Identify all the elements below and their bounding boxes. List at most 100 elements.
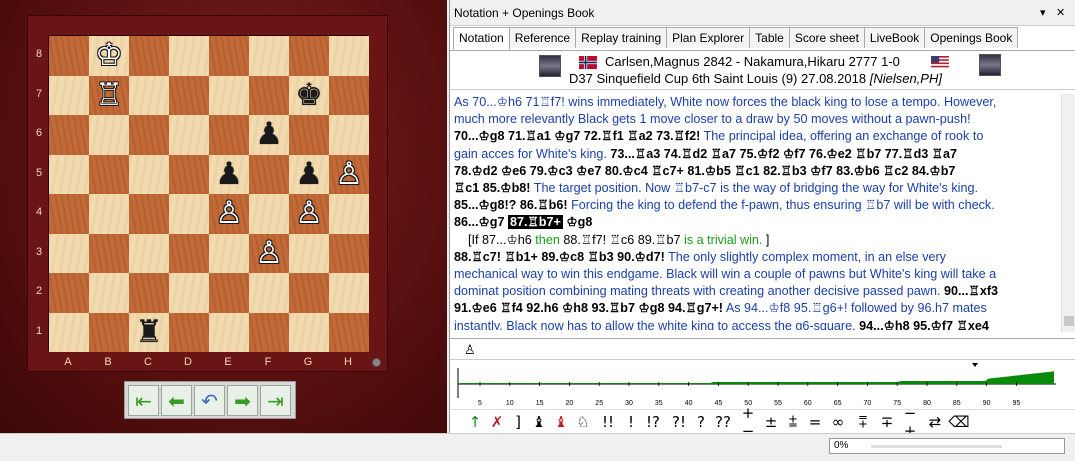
move-sequence[interactable]: 85...♔g8!? 86.♖b6! <box>454 198 568 212</box>
square-c5[interactable] <box>129 154 169 194</box>
square-g4[interactable]: ♙ <box>289 194 329 234</box>
square-g8[interactable] <box>289 36 329 76</box>
square-g5[interactable]: ♟ <box>289 154 329 194</box>
annotation-symbol[interactable]: = <box>804 413 826 431</box>
square-f1[interactable] <box>249 312 289 352</box>
square-a7[interactable] <box>49 75 89 115</box>
move-sequence[interactable]: 91.♔e6 ♖f4 92.h6 ♔h8 93.♖b7 ♔g8 94.♖g7+! <box>454 301 723 315</box>
square-c4[interactable] <box>129 194 169 234</box>
annotation-symbol[interactable]: ⩲ <box>782 413 804 431</box>
annotation-symbol[interactable]: ! <box>622 413 640 431</box>
square-e6[interactable] <box>209 115 249 155</box>
square-c6[interactable] <box>129 115 169 155</box>
move-sequence[interactable]: 88.♖c7! ♖b1+ 89.♔c8 ♖b3 90.♔d7! <box>454 250 665 264</box>
square-h8[interactable] <box>329 36 369 76</box>
square-e1[interactable] <box>209 312 249 352</box>
tab-reference[interactable]: Reference <box>508 27 577 48</box>
square-d7[interactable] <box>169 75 209 115</box>
annotation-symbol[interactable]: ? <box>692 413 710 431</box>
square-h3[interactable] <box>329 233 369 273</box>
black-player[interactable]: Nakamura,Hikaru <box>744 54 845 69</box>
white-piece-h5[interactable]: ♙ <box>335 158 363 190</box>
tab-replay-training[interactable]: Replay training <box>575 27 668 48</box>
square-h1[interactable] <box>329 312 369 352</box>
square-b4[interactable] <box>89 194 129 234</box>
square-f4[interactable] <box>249 194 289 234</box>
move-sequence[interactable]: 90...♖xf3 <box>944 284 998 298</box>
annotation-symbol[interactable]: ♝ <box>550 413 572 431</box>
annotation-symbol[interactable]: ∞ <box>826 413 850 431</box>
annotation-symbol[interactable]: ± <box>760 413 782 431</box>
square-c7[interactable] <box>129 75 169 115</box>
move-sequence[interactable]: ♔g8 <box>563 215 592 229</box>
tab-plan-explorer[interactable]: Plan Explorer <box>666 27 751 48</box>
square-g1[interactable] <box>289 312 329 352</box>
dropdown-icon[interactable]: ▾ <box>1040 0 1046 26</box>
square-g6[interactable] <box>289 115 329 155</box>
square-b5[interactable] <box>89 154 129 194</box>
square-a3[interactable] <box>49 233 89 273</box>
square-d5[interactable] <box>169 154 209 194</box>
square-c8[interactable] <box>129 36 169 76</box>
white-piece-e4[interactable]: ♙ <box>215 198 243 229</box>
square-b8[interactable]: ♔ <box>89 36 129 76</box>
square-b7[interactable]: ♖ <box>89 75 129 115</box>
square-d2[interactable] <box>169 273 209 313</box>
move-sequence[interactable]: 70...♔g8 71.♖a1 ♔g7 72.♖f1 ♖a2 73.♖f2! <box>454 129 700 143</box>
annotation-symbol[interactable]: !? <box>640 413 666 431</box>
square-f3[interactable]: ♙ <box>249 233 289 273</box>
forward-arrow-icon[interactable]: ➡ <box>227 385 258 416</box>
square-b1[interactable] <box>89 312 129 352</box>
square-f8[interactable] <box>249 36 289 76</box>
annotation-symbol[interactable]: ⌫ <box>948 413 970 431</box>
square-e2[interactable] <box>209 273 249 313</box>
pawn-icon[interactable]: ♙ <box>464 343 476 358</box>
first-move-icon[interactable]: ⇤ <box>128 385 159 416</box>
evaluation-graph[interactable]: 5 10 15 20 25 30 35 40 45 50 55 60 65 70 75 80 85 90 95 <box>454 362 1070 406</box>
square-h5[interactable]: ♙ <box>329 154 369 194</box>
square-d8[interactable] <box>169 36 209 76</box>
move-sequence[interactable]: ♖c1 85.♔b8! <box>454 181 531 195</box>
square-a1[interactable] <box>49 312 89 352</box>
undo-icon[interactable]: ↶ <box>194 385 225 416</box>
square-a6[interactable] <box>49 115 89 155</box>
square-f2[interactable] <box>249 273 289 313</box>
variation-move[interactable]: 87...♔h6 <box>482 233 532 247</box>
variation-move[interactable]: 88.♖f7! ♖c6 89.♖b7 <box>563 233 680 247</box>
tab-livebook[interactable]: LiveBook <box>863 27 926 48</box>
tab-score-sheet[interactable]: Score sheet <box>788 27 865 48</box>
black-piece-c1[interactable]: ♜ <box>135 316 163 348</box>
black-piece-f6[interactable]: ♟ <box>255 119 283 150</box>
black-piece-e5[interactable]: ♟ <box>215 158 243 190</box>
tab-notation[interactable]: Notation <box>453 27 510 50</box>
move-sequence[interactable]: 73...♖a3 74.♖d2 ♖a7 75.♔f2 ♔f7 76.♔e2 ♖b… <box>610 147 957 161</box>
square-b6[interactable] <box>89 115 129 155</box>
square-a5[interactable] <box>49 154 89 194</box>
white-piece-b8[interactable]: ♔ <box>95 40 123 71</box>
tab-openings-book[interactable]: Openings Book <box>924 27 1019 48</box>
square-d1[interactable] <box>169 312 209 352</box>
annotation-symbol[interactable]: ∓ <box>876 413 898 431</box>
annotation-symbol[interactable]: ?? <box>710 413 736 431</box>
annotation-symbol[interactable]: ↑ <box>464 413 486 431</box>
square-e8[interactable] <box>209 36 249 76</box>
square-c3[interactable] <box>129 233 169 273</box>
annotation-symbol[interactable]: ♘ <box>572 413 594 431</box>
square-g2[interactable] <box>289 273 329 313</box>
move-sequence[interactable]: 78.♔d2 ♔e6 79.♔c3 ♔e7 80.♔c4 ♖c7+ 81.♔b5… <box>454 164 955 178</box>
back-arrow-icon[interactable]: ⬅ <box>161 385 192 416</box>
square-b2[interactable] <box>89 273 129 313</box>
square-g7[interactable]: ♚ <box>289 75 329 115</box>
white-piece-f3[interactable]: ♙ <box>255 237 283 269</box>
square-c1[interactable]: ♜ <box>129 312 169 352</box>
square-h2[interactable] <box>329 273 369 313</box>
square-b3[interactable] <box>89 233 129 273</box>
annotation-symbol[interactable]: ?! <box>666 413 692 431</box>
chess-board[interactable]: ♔ ♖ ♚ ♟ ♟ ♟ ♙ ♙ ♙ ♙ ♜ <box>48 35 369 352</box>
square-e7[interactable] <box>209 75 249 115</box>
square-h4[interactable] <box>329 194 369 234</box>
current-move[interactable]: 87.♖b7+ <box>508 215 563 230</box>
annotation-symbol[interactable]: ✗ <box>486 413 508 431</box>
square-f7[interactable] <box>249 75 289 115</box>
annotation-symbol[interactable]: ] <box>508 413 528 431</box>
